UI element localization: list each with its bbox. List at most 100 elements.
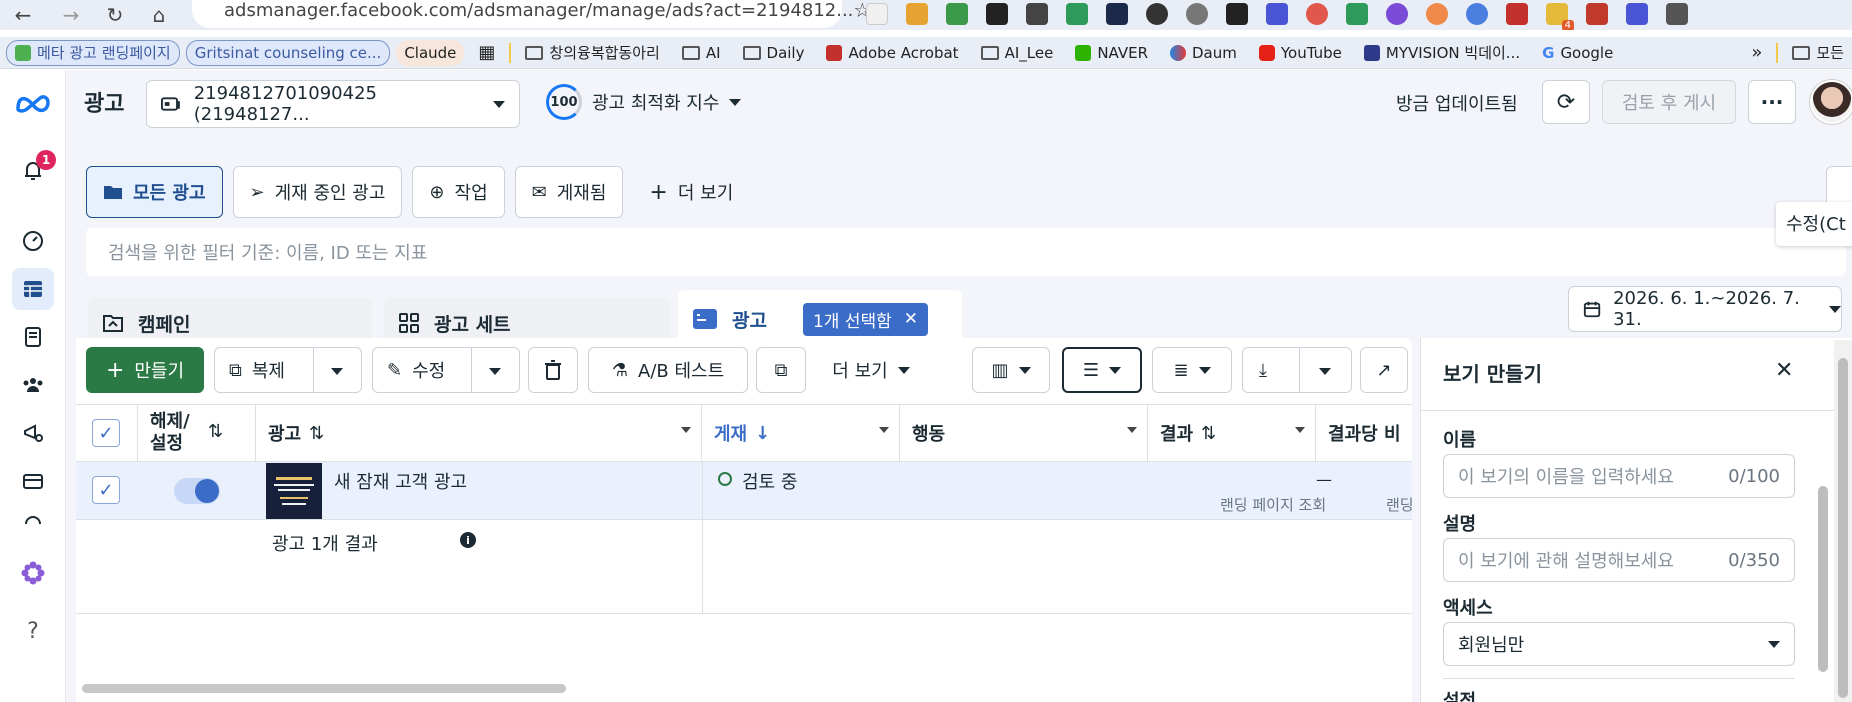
extension-square-icon[interactable] bbox=[986, 3, 1008, 25]
extension-window-icon[interactable] bbox=[1026, 3, 1048, 25]
extension-q-icon[interactable] bbox=[1466, 3, 1488, 25]
row-checkbox[interactable]: ✓ bbox=[92, 476, 120, 504]
bookmark-claude[interactable]: Claude bbox=[396, 39, 465, 66]
extension-seo-icon[interactable] bbox=[1586, 3, 1608, 25]
chevron-down-icon[interactable] bbox=[1295, 427, 1305, 433]
select-all-checkbox[interactable]: ✓ bbox=[92, 419, 120, 447]
bookmark-apps[interactable]: ▦ bbox=[470, 40, 503, 66]
columns-button[interactable]: ▥ bbox=[972, 347, 1050, 393]
notifications-bell-icon[interactable]: 1 bbox=[12, 150, 56, 192]
header-cost-per-result[interactable]: 결과당 비 bbox=[1316, 405, 1412, 461]
chevron-down-icon[interactable] bbox=[331, 368, 343, 375]
panel-scrollbar[interactable] bbox=[1818, 486, 1828, 672]
reports-button[interactable]: ≣ bbox=[1152, 347, 1232, 393]
extension-pdf-icon[interactable] bbox=[1506, 3, 1528, 25]
reload-icon[interactable]: ↻ bbox=[102, 2, 128, 28]
bookmark-adobe-acrobat[interactable]: Adobe Acrobat bbox=[818, 40, 966, 66]
ad-thumbnail[interactable] bbox=[266, 463, 322, 519]
account-selector[interactable]: 2194812701090425 (21948127... bbox=[146, 80, 520, 128]
tab-published[interactable]: ✉ 게재됨 bbox=[514, 166, 624, 218]
bookmark-myvision[interactable]: MYVISION 빅데이... bbox=[1356, 40, 1528, 66]
table-row[interactable]: ✓ 새 잠재 고객 광고 검토 중 — 랜딩 페이지 조회 랜딩 bbox=[76, 462, 1412, 520]
avatar[interactable] bbox=[1810, 80, 1852, 124]
extension-bulb-icon[interactable]: 4 bbox=[1546, 3, 1574, 30]
info-icon[interactable]: i bbox=[460, 532, 476, 548]
bookmark-folder-ai[interactable]: AI bbox=[674, 40, 729, 66]
breakdown-button[interactable]: ☰ bbox=[1062, 347, 1142, 393]
ads-manager-table-icon[interactable] bbox=[12, 268, 54, 310]
bookmark-folder-all[interactable]: 모든 bbox=[1784, 40, 1852, 66]
ad-name-link[interactable]: 새 잠재 고객 광고 bbox=[334, 468, 467, 494]
search-filter-input[interactable]: 검색을 위한 필터 기준: 이름, ID 또는 지표 bbox=[86, 228, 1846, 276]
more-options-button[interactable]: ··· bbox=[1748, 80, 1796, 124]
tab-more[interactable]: + 더 보기 bbox=[633, 166, 749, 218]
header-delivery[interactable]: 게재 ↓ bbox=[702, 405, 900, 461]
duplicate-button[interactable]: ⧉ 복제 bbox=[214, 347, 362, 393]
ab-test-button[interactable]: ⚗ A/B 테스트 bbox=[588, 347, 748, 393]
reports-icon[interactable] bbox=[12, 316, 54, 358]
close-icon[interactable]: ✕ bbox=[1775, 358, 1793, 383]
bookmark-youtube[interactable]: YouTube bbox=[1251, 40, 1350, 66]
bookmarks-overflow[interactable]: » bbox=[1743, 40, 1770, 66]
close-icon[interactable]: ✕ bbox=[904, 309, 918, 329]
bookmark-daum[interactable]: Daum bbox=[1162, 40, 1245, 66]
compare-button[interactable]: ⧉ bbox=[756, 347, 806, 393]
chevron-down-icon[interactable] bbox=[1319, 368, 1331, 375]
extension-circle-icon[interactable] bbox=[1146, 3, 1168, 25]
ai-sparkle-icon[interactable] bbox=[12, 552, 54, 594]
extension-gray-icon[interactable] bbox=[1186, 3, 1208, 25]
delete-button[interactable] bbox=[528, 347, 578, 393]
bookmark-naver[interactable]: NAVER bbox=[1067, 40, 1156, 66]
bookmark-folder-club[interactable]: 창의융복합동아리 bbox=[517, 40, 667, 66]
access-select[interactable]: 회원님만 bbox=[1443, 622, 1795, 666]
header-ad-name[interactable]: 광고 ⇅ bbox=[256, 405, 702, 461]
header-results[interactable]: 결과 ⇅ bbox=[1148, 405, 1316, 461]
extension-doc-icon[interactable] bbox=[866, 3, 888, 25]
header-actions[interactable]: 행동 bbox=[900, 405, 1148, 461]
view-name-input[interactable]: 이 보기의 이름을 입력하세요 0/100 bbox=[1443, 454, 1795, 498]
address-bar[interactable]: adsmanager.facebook.com/adsmanager/manag… bbox=[192, 0, 871, 28]
extension-c-icon[interactable] bbox=[1386, 3, 1408, 25]
extension-red-icon[interactable] bbox=[1306, 3, 1328, 25]
tab-all-ads[interactable]: 모든 광고 bbox=[86, 166, 223, 218]
home-icon[interactable]: ⌂ bbox=[146, 2, 172, 28]
bookmark-meta-landing[interactable]: 메타 광고 랜딩페이지 bbox=[6, 39, 180, 66]
chevron-down-icon[interactable] bbox=[879, 427, 889, 433]
tab-active-ads[interactable]: ➢ 게재 중인 광고 bbox=[232, 166, 403, 218]
export-button[interactable]: ⤓ bbox=[1242, 347, 1352, 393]
vertical-scrollbar[interactable] bbox=[1838, 358, 1848, 698]
create-button[interactable]: + 만들기 bbox=[86, 347, 204, 393]
audiences-icon[interactable] bbox=[12, 364, 54, 406]
bookmark-google[interactable]: G Google bbox=[1534, 40, 1621, 66]
chevron-down-icon[interactable] bbox=[1127, 427, 1137, 433]
meta-logo-icon[interactable] bbox=[12, 82, 54, 124]
chevron-down-icon[interactable] bbox=[681, 427, 691, 433]
bookmark-folder-ai-lee[interactable]: AI_Lee bbox=[973, 40, 1062, 66]
date-range-picker[interactable]: 2026. 6. 1.~2026. 7. 31. bbox=[1568, 286, 1842, 332]
extension-video-icon[interactable] bbox=[1346, 3, 1368, 25]
chart-button[interactable]: ↗ bbox=[1360, 347, 1408, 393]
extension-send-icon[interactable] bbox=[1226, 3, 1248, 25]
bookmark-folder-daily[interactable]: Daily bbox=[735, 40, 813, 66]
extension-green-icon[interactable] bbox=[946, 3, 968, 25]
review-publish-button[interactable]: 검토 후 게시 bbox=[1602, 80, 1736, 124]
horizontal-scrollbar[interactable] bbox=[82, 684, 566, 693]
view-description-input[interactable]: 이 보기에 관해 설명해보세요 0/350 bbox=[1443, 538, 1795, 582]
help-icon[interactable]: ? bbox=[12, 610, 54, 652]
extension-blue-icon[interactable] bbox=[1266, 3, 1288, 25]
extension-orange-icon[interactable] bbox=[906, 3, 928, 25]
dashboard-gauge-icon[interactable] bbox=[12, 220, 54, 262]
more-tools-icon[interactable] bbox=[12, 506, 54, 526]
more-actions-button[interactable]: 더 보기 bbox=[816, 347, 926, 393]
chevron-down-icon[interactable] bbox=[489, 368, 501, 375]
tab-actions[interactable]: ⊕ 작업 bbox=[412, 166, 505, 218]
bookmark-gritsinat[interactable]: Gritsinat counseling ce... bbox=[185, 39, 391, 66]
extension-sun-icon[interactable] bbox=[1426, 3, 1448, 25]
refresh-button[interactable]: ⟳ bbox=[1542, 80, 1590, 124]
billing-card-icon[interactable] bbox=[12, 460, 54, 502]
campaign-settings-icon[interactable] bbox=[12, 412, 54, 454]
extension-shield-icon[interactable] bbox=[1626, 3, 1648, 25]
extension-play-icon[interactable] bbox=[1066, 3, 1088, 25]
optimization-score[interactable]: 100 광고 최적화 지수 bbox=[546, 84, 742, 120]
extension-hex-icon[interactable] bbox=[1106, 3, 1128, 25]
